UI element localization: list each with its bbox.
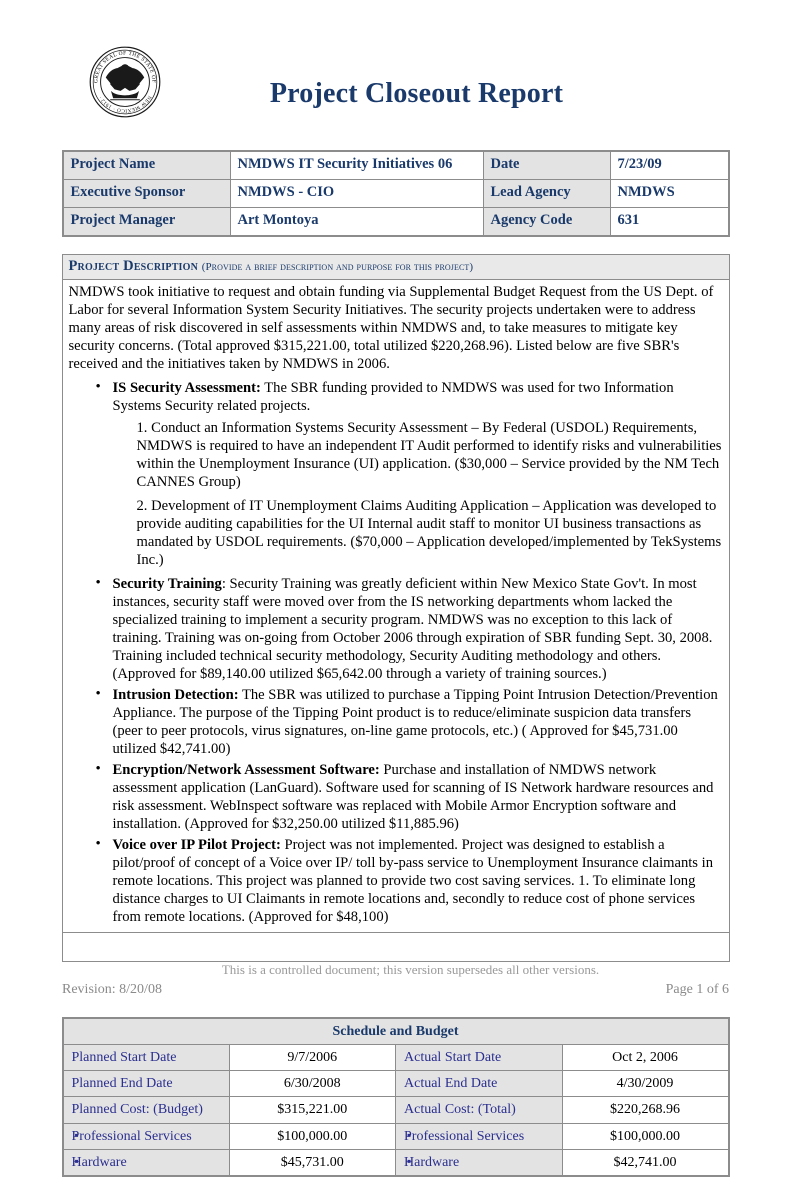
planned-hardware-label: Hardware <box>62 1148 230 1177</box>
table-row: Executive Sponsor NMDWS - CIO Lead Agenc… <box>62 179 729 208</box>
actual-hardware-label: Hardware <box>395 1148 563 1177</box>
sub-list-item: 1. Conduct an Information Systems Securi… <box>136 419 722 490</box>
project-description-table: Project Description (Provide a brief des… <box>61 254 730 963</box>
footer-row: Revision: 8/20/08 Page 1 of 6 <box>0 978 791 998</box>
table-row: Planned Start Date 9/7/2006 Actual Start… <box>62 1044 729 1072</box>
actual-hardware-value: $42,741.00 <box>561 1148 729 1177</box>
actual-cost-value: $220,268.96 <box>561 1096 729 1124</box>
list-item-security-training: Security Training: Security Training was… <box>96 574 723 683</box>
table-row: Professional Services $100,000.00 Profes… <box>62 1122 729 1150</box>
table-row: Hardware $45,731.00 Hardware $42,741.00 <box>62 1148 729 1177</box>
list-item-intrusion-detection: Intrusion Detection: The SBR was utilize… <box>96 685 723 758</box>
description-body-row: NMDWS took initiative to request and obt… <box>61 278 730 934</box>
table-row: Project Name NMDWS IT Security Initiativ… <box>62 150 729 180</box>
planned-hardware-value: $45,731.00 <box>228 1148 396 1177</box>
project-info-table: Project Name NMDWS IT Security Initiativ… <box>61 150 730 237</box>
sub-list: 1. Conduct an Information Systems Securi… <box>113 419 723 569</box>
agency-code-value: 631 <box>609 207 729 237</box>
footer-revision: Revision: 8/20/08 <box>62 982 162 997</box>
table-row: Planned End Date 6/30/2008 Actual End Da… <box>62 1070 729 1098</box>
footer-page-number: Page 1 of 6 <box>665 982 729 997</box>
actual-professional-services-label: Professional Services <box>395 1122 563 1150</box>
page-title: Project Closeout Report <box>269 78 564 109</box>
actual-cost-label: Actual Cost: (Total) <box>395 1096 563 1124</box>
table-row: Planned Cost: (Budget) $315,221.00 Actua… <box>62 1096 729 1124</box>
planned-professional-services-label: Professional Services <box>62 1122 230 1150</box>
actual-end-date-label: Actual End Date <box>395 1070 563 1098</box>
actual-start-date-label: Actual Start Date <box>395 1044 563 1072</box>
description-header-row: Project Description (Provide a brief des… <box>61 254 730 280</box>
sub-list-item: 2. Development of IT Unemployment Claims… <box>136 497 722 568</box>
executive-sponsor-value: NMDWS - CIO <box>229 179 484 208</box>
bullet-term: Security Training <box>112 575 222 592</box>
lead-agency-value: NMDWS <box>609 179 729 208</box>
budget-table-title: Schedule and Budget <box>62 1017 729 1046</box>
project-manager-label: Project Manager <box>62 207 231 237</box>
table-row: Project Manager Art Montoya Agency Code … <box>62 207 729 237</box>
bullet-term: Encryption/Network Assessment Software: <box>112 762 380 779</box>
description-heading: Project Description <box>68 258 199 274</box>
document-footer: This is a controlled document; this vers… <box>0 962 791 998</box>
description-spacer-cell <box>61 932 730 963</box>
list-item-voice-over-ip-pilot-project: Voice over IP Pilot Project: Project was… <box>96 835 723 926</box>
project-manager-value: Art Montoya <box>229 207 484 237</box>
planned-cost-value: $315,221.00 <box>228 1096 396 1124</box>
description-spacer-row <box>61 932 730 963</box>
description-heading-note: (Provide a brief description and purpose… <box>201 261 474 273</box>
date-value: 7/23/09 <box>609 150 729 180</box>
planned-cost-label: Planned Cost: (Budget) <box>62 1096 230 1124</box>
document-page: GREAT SEAL OF THE STATE OF NEW MEXICO · … <box>0 0 791 1177</box>
description-intro-paragraph: NMDWS took initiative to request and obt… <box>68 283 714 372</box>
planned-start-date-value: 9/7/2006 <box>228 1044 396 1072</box>
description-header-cell: Project Description (Provide a brief des… <box>61 254 730 280</box>
planned-professional-services-value: $100,000.00 <box>228 1122 396 1150</box>
executive-sponsor-label: Executive Sponsor <box>62 179 231 208</box>
description-body-cell: NMDWS took initiative to request and obt… <box>61 278 730 934</box>
date-label: Date <box>482 150 611 180</box>
planned-end-date-label: Planned End Date <box>62 1070 230 1098</box>
planned-start-date-label: Planned Start Date <box>62 1044 230 1072</box>
agency-code-label: Agency Code <box>482 207 611 237</box>
lead-agency-label: Lead Agency <box>482 179 611 208</box>
actual-start-date-value: Oct 2, 2006 <box>561 1044 729 1072</box>
actual-end-date-value: 4/30/2009 <box>561 1070 729 1098</box>
project-name-value: NMDWS IT Security Initiatives 06 <box>229 150 484 180</box>
actual-professional-services-value: $100,000.00 <box>561 1122 729 1150</box>
bullet-term: Voice over IP Pilot Project: <box>112 837 281 854</box>
bullet-term: IS Security Assessment: <box>112 379 261 396</box>
budget-title-row: Schedule and Budget <box>62 1017 729 1046</box>
footer-controlled-document-note: This is a controlled document; this vers… <box>221 962 600 977</box>
initiatives-list: IS Security Assessment: The SBR funding … <box>69 378 723 926</box>
schedule-and-budget-table: Schedule and Budget Planned Start Date 9… <box>61 1017 730 1177</box>
list-item-is-security-assessment: IS Security Assessment: The SBR funding … <box>96 378 723 569</box>
document-header: GREAT SEAL OF THE STATE OF NEW MEXICO · … <box>0 0 791 120</box>
list-item-encryption-network-assessment-software: Encryption/Network Assessment Software: … <box>96 760 723 833</box>
planned-end-date-value: 6/30/2008 <box>228 1070 396 1098</box>
bullet-term: Intrusion Detection: <box>112 687 239 704</box>
project-name-label: Project Name <box>62 150 231 180</box>
